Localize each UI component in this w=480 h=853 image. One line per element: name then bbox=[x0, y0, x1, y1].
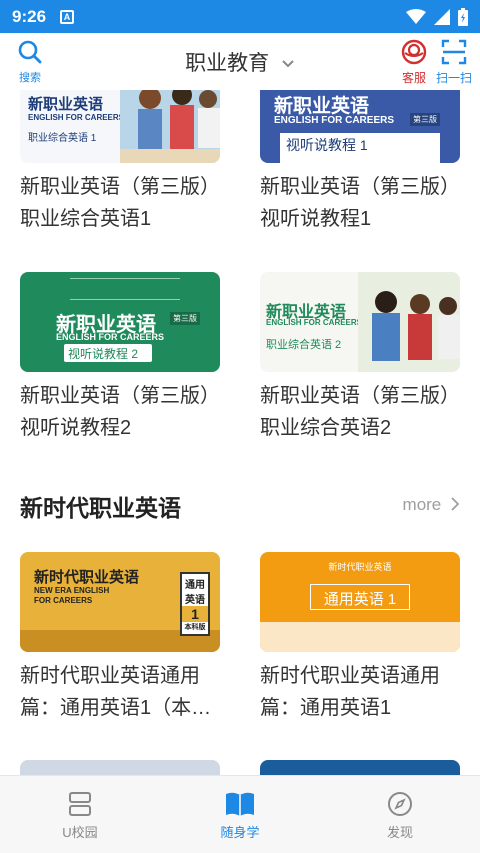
cover-course: 视听说教程 1 bbox=[286, 137, 368, 153]
book-title: 新时代职业英语通用篇：通用英语1（本… bbox=[20, 665, 212, 719]
cover-title: 新时代职业英语 bbox=[34, 569, 140, 586]
cover-title: 新职业英语 bbox=[274, 96, 370, 117]
customer-service-icon bbox=[401, 39, 427, 65]
more-label: more bbox=[402, 495, 442, 514]
content-scroll[interactable]: 新职业英语 ENGLISH FOR CAREERS 职业综合英语 1 新职业英语… bbox=[0, 90, 480, 775]
bottom-nav: U校园 随身学 发现 bbox=[0, 775, 480, 853]
book-icon bbox=[226, 792, 254, 816]
chevron-down-icon bbox=[282, 60, 294, 68]
book-title: 新职业英语（第三版）视听说教程1 bbox=[260, 176, 460, 230]
book-title: 新职业英语（第三版）职业综合英语2 bbox=[260, 385, 460, 439]
cover-subtitle: ENGLISH FOR CAREERS bbox=[56, 332, 165, 342]
cover-course: 通用英语 1 bbox=[323, 591, 397, 608]
book-cover: 新职业英语 ENGLISH FOR CAREERS 第三版 视听说教程 2 bbox=[20, 272, 220, 372]
book-cover: 新职业英语 ENGLISH FOR CAREERS 职业综合英语 1 bbox=[20, 90, 220, 163]
nav-u-campus[interactable]: U校园 bbox=[0, 776, 160, 853]
book-card[interactable]: 新职业英语 ENGLISH FOR CAREERS 职业综合英语 1 新职业英语… bbox=[20, 90, 220, 235]
cover-course: 职业综合英语 2 bbox=[266, 339, 342, 351]
compass-icon bbox=[388, 792, 412, 816]
cover-decoration bbox=[70, 278, 180, 300]
section-title: 新时代职业英语 bbox=[20, 495, 181, 521]
book-cover: 新职业英语 ENGLISH FOR CAREERS 第三版 视听说教程 1 bbox=[260, 90, 460, 163]
book-card[interactable]: 新职业英语 ENGLISH FOR CAREERS 第三版 视听说教程 2 新职… bbox=[20, 272, 220, 444]
u-campus-icon bbox=[69, 792, 91, 816]
cover-course: 视听说教程 2 bbox=[68, 347, 139, 361]
book-card[interactable]: 新时代职业英语 通用英语 1 新时代职业英语通用篇：通用英语1 bbox=[260, 552, 460, 724]
book-title: 新时代职业英语通用篇：通用英语1 bbox=[260, 665, 440, 719]
book-card[interactable] bbox=[260, 760, 460, 775]
cover-photo bbox=[358, 272, 460, 372]
cover-course: 职业综合英语 1 bbox=[28, 133, 97, 144]
chevron-right-icon bbox=[451, 497, 460, 511]
book-card[interactable] bbox=[20, 760, 220, 775]
book-card[interactable]: 新时代职业英语 NEW ERA ENGLISH FOR CAREERS 通用 英… bbox=[20, 552, 220, 724]
cover-edition: 第三版 bbox=[410, 113, 440, 126]
book-cover: 新时代职业英语 通用英语 1 bbox=[260, 552, 460, 652]
cover-title: 新时代职业英语 bbox=[328, 562, 392, 572]
book-card[interactable]: 新职业英语 ENGLISH FOR CAREERS 第三版 视听说教程 1 新职… bbox=[260, 90, 460, 235]
scan-icon bbox=[441, 39, 467, 65]
scan-button[interactable]: 扫一扫 bbox=[432, 39, 476, 86]
app-header: 搜索 职业教育 客服 扫一扫 bbox=[0, 33, 480, 90]
book-card[interactable]: 新职业英语 ENGLISH FOR CAREERS 职业综合英语 2 新职业英语… bbox=[260, 272, 460, 444]
nav-discover[interactable]: 发现 bbox=[320, 776, 480, 853]
cover-subtitle: NEW ERA ENGLISH bbox=[34, 586, 110, 595]
notification-a-icon: A bbox=[60, 9, 75, 24]
nav-discover-label: 发现 bbox=[386, 825, 413, 840]
cover-tag: 通用 英语 1 本科版 bbox=[180, 572, 210, 636]
wifi-icon bbox=[406, 8, 426, 24]
cover-edition: 第三版 bbox=[170, 312, 200, 325]
book-title: 新职业英语（第三版）职业综合英语1 bbox=[20, 176, 220, 230]
book-cover: 新时代职业英语 NEW ERA ENGLISH FOR CAREERS 通用 英… bbox=[20, 552, 220, 652]
book-cover bbox=[260, 760, 460, 775]
cover-tag-2: 英语 bbox=[185, 595, 205, 606]
cover-tag-1: 通用 bbox=[185, 580, 205, 591]
battery-icon bbox=[458, 7, 468, 26]
status-icons bbox=[406, 7, 468, 26]
customer-service-label: 客服 bbox=[401, 71, 426, 85]
page-title: 职业教育 bbox=[185, 52, 270, 75]
cover-scene bbox=[260, 622, 460, 652]
nav-study[interactable]: 随身学 bbox=[160, 776, 320, 853]
book-title: 新职业英语（第三版）视听说教程2 bbox=[20, 385, 220, 439]
cover-subtitle: ENGLISH FOR CAREERS bbox=[274, 115, 395, 126]
status-bar: 9:26 A bbox=[0, 0, 480, 33]
signal-icon bbox=[434, 8, 450, 25]
cover-tag-3: 1 bbox=[182, 606, 208, 622]
cover-tag-4: 本科版 bbox=[184, 624, 206, 631]
scan-label: 扫一扫 bbox=[435, 71, 472, 85]
cover-subtitle-2: FOR CAREERS bbox=[34, 596, 93, 605]
nav-study-label: 随身学 bbox=[220, 825, 260, 840]
cover-subtitle: ENGLISH FOR CAREERS bbox=[266, 318, 363, 327]
cover-photo bbox=[120, 90, 220, 163]
status-time: 9:26 bbox=[12, 6, 47, 26]
cover-subtitle: ENGLISH FOR CAREERS bbox=[28, 113, 125, 122]
customer-service-button[interactable]: 客服 bbox=[396, 39, 432, 86]
book-cover: 新职业英语 ENGLISH FOR CAREERS 职业综合英语 2 bbox=[260, 272, 460, 372]
cover-title: 新职业英语 bbox=[28, 96, 104, 113]
nav-u-campus-label: U校园 bbox=[62, 825, 98, 840]
section-more-link[interactable]: more bbox=[403, 495, 460, 515]
book-cover bbox=[20, 760, 220, 775]
